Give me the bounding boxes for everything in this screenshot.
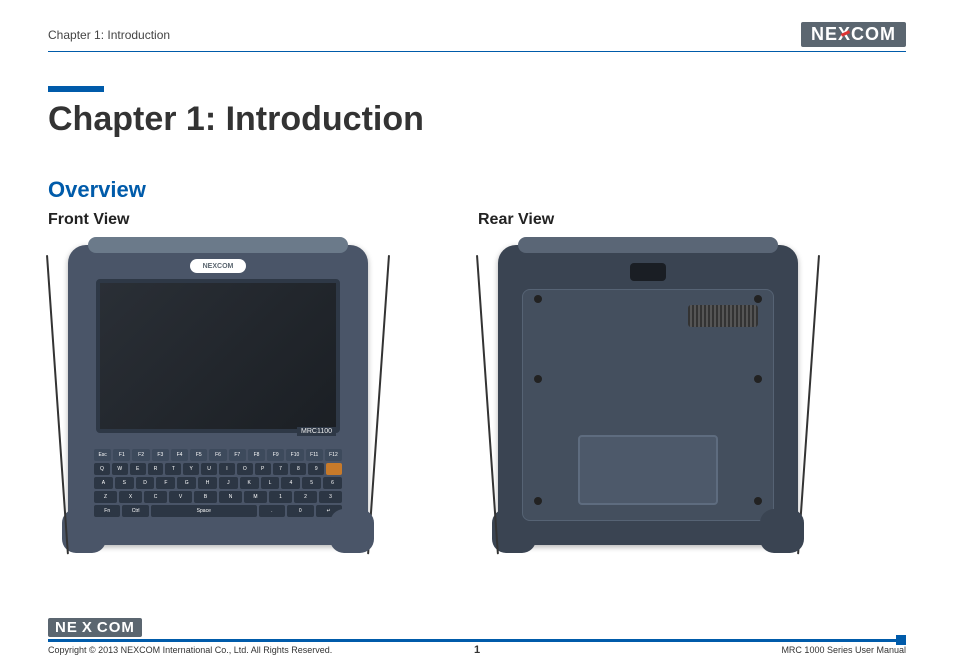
keyboard-key: R xyxy=(148,463,164,475)
rear-view-illustration xyxy=(478,245,818,565)
keyboard-key: 2 xyxy=(294,491,317,503)
keyboard-key: F xyxy=(156,477,175,489)
keyboard-key: Fn xyxy=(94,505,120,517)
section-heading: Overview xyxy=(48,177,906,203)
battery-cover xyxy=(578,435,718,505)
footer-manual-name: MRC 1000 Series User Manual xyxy=(620,645,906,655)
keyboard-key: Q xyxy=(94,463,110,475)
screw-icon xyxy=(754,375,762,383)
keyboard-key: N xyxy=(219,491,242,503)
keyboard-key: . xyxy=(259,505,285,517)
keyboard-key: K xyxy=(240,477,259,489)
device-screen xyxy=(96,279,340,433)
strap-right-icon xyxy=(797,255,820,554)
keyboard-key: ↵ xyxy=(316,505,342,517)
keyboard-key: I xyxy=(219,463,235,475)
keyboard-key xyxy=(326,463,342,475)
rear-view-heading: Rear View xyxy=(478,211,818,229)
keyboard-key: 4 xyxy=(281,477,300,489)
keyboard-key: D xyxy=(136,477,155,489)
keyboard-key: X xyxy=(119,491,142,503)
keyboard-key: A xyxy=(94,477,113,489)
keyboard-key: F8 xyxy=(248,449,265,461)
keyboard-key: B xyxy=(194,491,217,503)
keyboard-key: W xyxy=(112,463,128,475)
keyboard-key: F1 xyxy=(113,449,130,461)
device-brand-badge: NEXCOM xyxy=(190,259,246,273)
keyboard-key: Ctrl xyxy=(122,505,148,517)
keyboard-key: Esc xyxy=(94,449,111,461)
vent-grille-icon xyxy=(688,305,758,327)
keyboard-key: F4 xyxy=(171,449,188,461)
keyboard-key: G xyxy=(177,477,196,489)
keyboard-key: P xyxy=(255,463,271,475)
device-top-handle xyxy=(518,237,778,253)
screw-icon xyxy=(534,497,542,505)
page-header: Chapter 1: Introduction NEXCOM xyxy=(48,22,906,47)
keyboard-key: J xyxy=(219,477,238,489)
keyboard-key: C xyxy=(144,491,167,503)
keyboard-key: 0 xyxy=(287,505,313,517)
keyboard-key: Z xyxy=(94,491,117,503)
keyboard-key: O xyxy=(237,463,253,475)
device-keyboard: EscF1F2F3F4F5F6F7F8F9F10F11F12 QWERTYUIO… xyxy=(94,449,342,527)
keyboard-key: Y xyxy=(183,463,199,475)
keyboard-key: 1 xyxy=(269,491,292,503)
keyboard-key: 9 xyxy=(308,463,324,475)
header-chapter-label: Chapter 1: Introduction xyxy=(48,28,170,42)
keyboard-key: 8 xyxy=(290,463,306,475)
page-title: Chapter 1: Introduction xyxy=(48,100,906,139)
keyboard-key: F9 xyxy=(267,449,284,461)
screw-icon xyxy=(754,497,762,505)
front-view-heading: Front View xyxy=(48,211,388,229)
header-divider-thin xyxy=(48,51,906,52)
keyboard-key: E xyxy=(130,463,146,475)
keyboard-key: S xyxy=(115,477,134,489)
screw-icon xyxy=(754,295,762,303)
front-view-illustration: NEXCOM MRC1100 EscF1F2F3F4F5F6F7F8F9F10F… xyxy=(48,245,388,565)
front-view-column: Front View NEXCOM MRC1100 EscF1F2F3F4F5F… xyxy=(48,211,388,565)
keyboard-key: 6 xyxy=(323,477,342,489)
page-footer: NEXCOM Copyright © 2013 NEXCOM Internati… xyxy=(48,618,906,656)
keyboard-key: F11 xyxy=(306,449,323,461)
strap-right-icon xyxy=(367,255,390,554)
strap-left-icon xyxy=(46,255,69,554)
rear-camera-icon xyxy=(630,263,666,281)
footer-brand-logo: NEXCOM xyxy=(48,618,142,637)
keyboard-key: M xyxy=(244,491,267,503)
rear-view-column: Rear View xyxy=(478,211,818,565)
footer-page-number: 1 xyxy=(334,644,620,656)
header-divider-block xyxy=(48,86,104,92)
keyboard-key: 3 xyxy=(319,491,342,503)
keyboard-key: T xyxy=(165,463,181,475)
keyboard-key: F5 xyxy=(190,449,207,461)
keyboard-key: 5 xyxy=(302,477,321,489)
strap-left-icon xyxy=(476,255,499,554)
keyboard-key: 7 xyxy=(273,463,289,475)
keyboard-key: F7 xyxy=(229,449,246,461)
keyboard-key: F10 xyxy=(286,449,303,461)
keyboard-key: H xyxy=(198,477,217,489)
keyboard-key: F2 xyxy=(132,449,149,461)
footer-copyright: Copyright © 2013 NEXCOM International Co… xyxy=(48,645,334,655)
keyboard-key: U xyxy=(201,463,217,475)
keyboard-key: V xyxy=(169,491,192,503)
footer-divider xyxy=(48,639,906,642)
keyboard-key: L xyxy=(261,477,280,489)
keyboard-key: Space xyxy=(151,505,257,517)
device-top-handle xyxy=(88,237,348,253)
keyboard-key: F12 xyxy=(325,449,342,461)
keyboard-key: F3 xyxy=(152,449,169,461)
screw-icon xyxy=(534,295,542,303)
keyboard-key: F6 xyxy=(209,449,226,461)
device-model-label: MRC1100 xyxy=(297,427,336,436)
brand-logo: NEXCOM xyxy=(801,22,906,47)
screw-icon xyxy=(534,375,542,383)
